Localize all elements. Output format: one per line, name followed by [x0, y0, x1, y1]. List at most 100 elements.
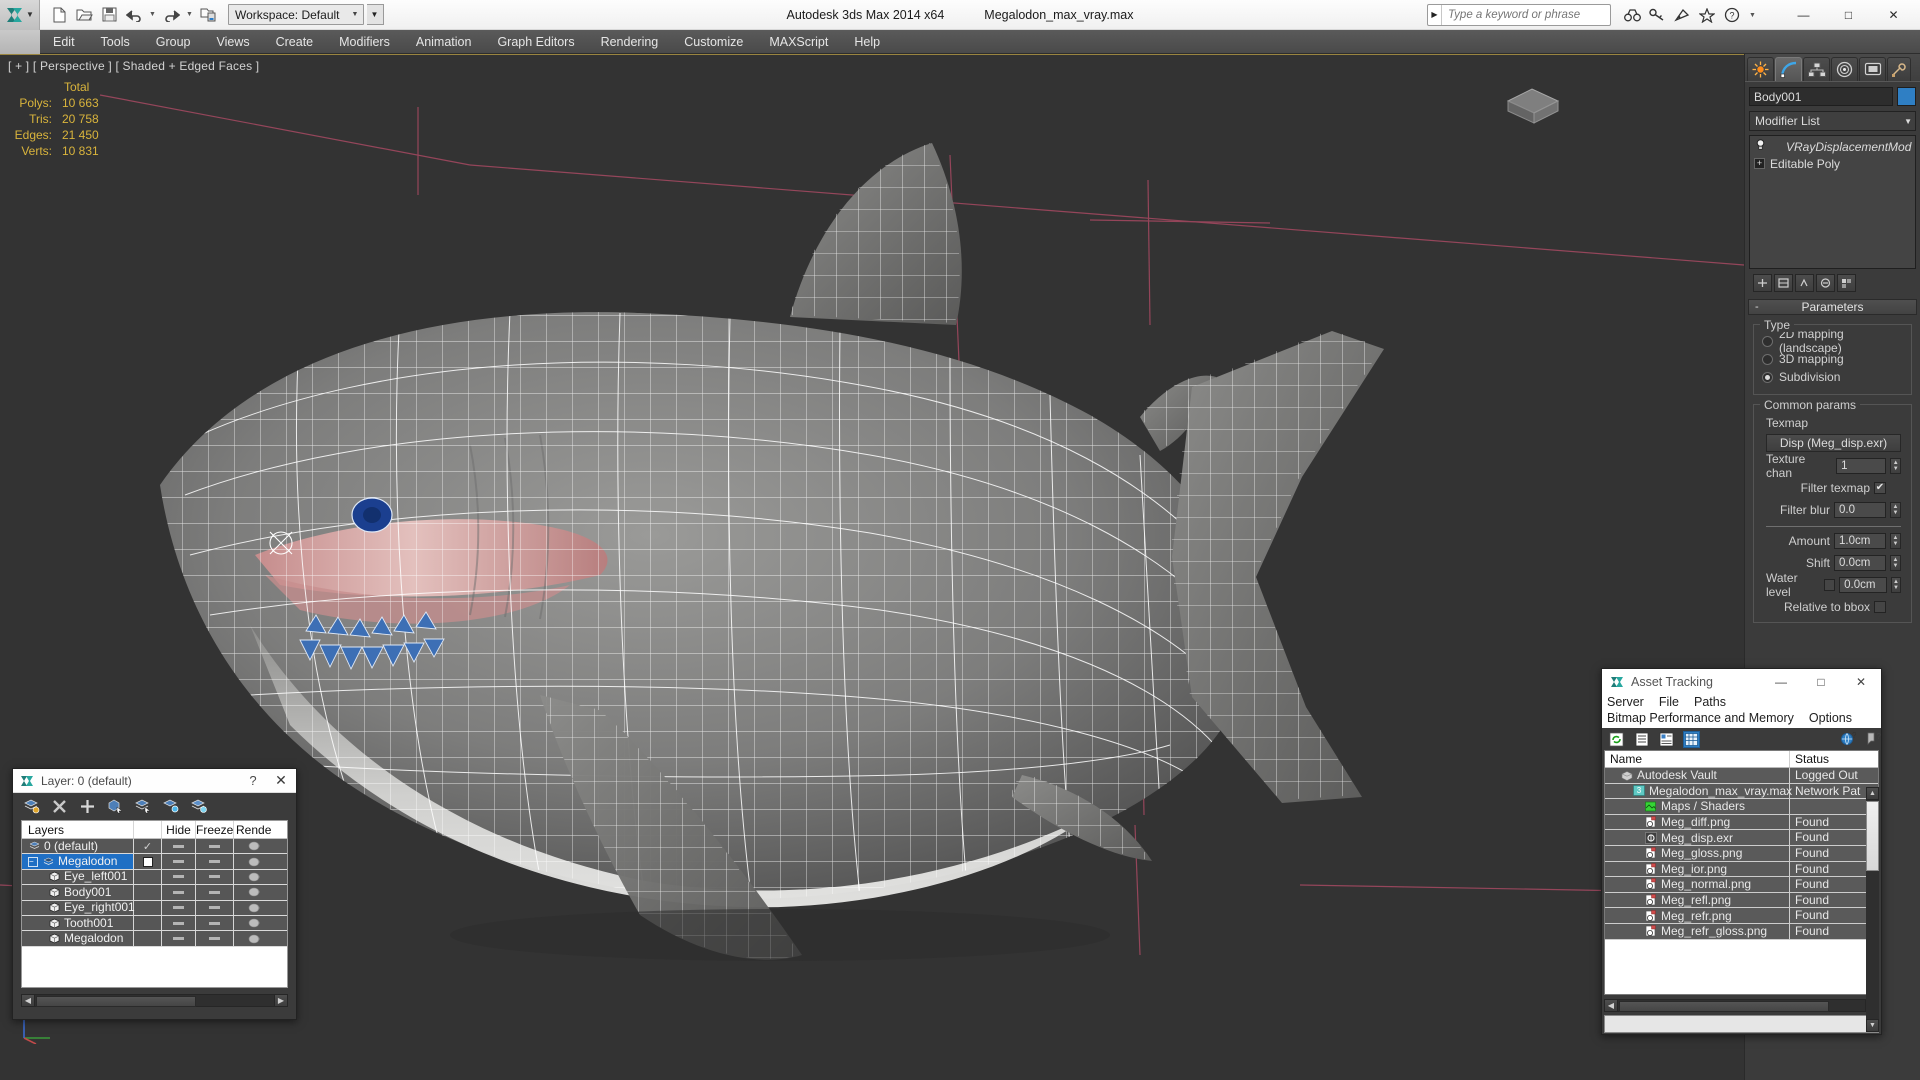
filter-blur-spinner[interactable]: ▲ ▼: [1890, 501, 1901, 518]
workspace-dropdown-button[interactable]: ▼: [366, 4, 384, 25]
hierarchy-tab[interactable]: [1803, 57, 1830, 81]
table-row[interactable]: Meg_normal.png Found: [1605, 877, 1878, 893]
menu-server[interactable]: Server: [1607, 695, 1653, 709]
menu-maxscript[interactable]: MAXScript: [756, 30, 841, 54]
layer-dialog-help-button[interactable]: ?: [240, 773, 266, 788]
table-row[interactable]: Maps / Shaders: [1605, 799, 1878, 815]
highlight-selected-objects-icon[interactable]: [163, 798, 180, 815]
lightbulb-icon[interactable]: [1754, 139, 1767, 154]
create-new-layer-icon[interactable]: [23, 798, 40, 815]
menu-rendering[interactable]: Rendering: [588, 30, 672, 54]
display-tab[interactable]: [1859, 57, 1886, 81]
texture-chan-spinner[interactable]: ▲ ▼: [1890, 457, 1901, 474]
table-row[interactable]: 3 Megalodon_max_vray.max Network Pat: [1605, 783, 1878, 800]
undo-icon[interactable]: [123, 4, 145, 26]
modifier-stack[interactable]: VRayDisplacementMod + Editable Poly: [1749, 135, 1916, 269]
current-layer-check[interactable]: ✓: [134, 839, 162, 854]
menu-edit[interactable]: Edit: [40, 30, 88, 54]
hide-toggle[interactable]: [162, 900, 196, 915]
scroll-left-icon[interactable]: ◀: [1604, 998, 1618, 1012]
layer-properties-icon[interactable]: [191, 798, 208, 815]
water-level-spinner[interactable]: ▲ ▼: [1890, 576, 1901, 593]
render-toggle[interactable]: [234, 885, 272, 899]
freeze-toggle[interactable]: [196, 885, 234, 900]
save-file-icon[interactable]: [98, 4, 120, 26]
collapse-icon[interactable]: −: [28, 856, 38, 867]
table-row[interactable]: Meg_ior.png Found: [1605, 861, 1878, 878]
filter-texmap-checkbox[interactable]: ✔: [1874, 481, 1886, 494]
menu-paths[interactable]: Paths: [1694, 695, 1735, 709]
add-selection-to-layer-icon[interactable]: [79, 798, 96, 815]
hide-toggle[interactable]: [162, 839, 196, 854]
relative-to-bbox-checkbox[interactable]: ✔: [1874, 600, 1886, 613]
select-highlighted-objects-icon[interactable]: [135, 798, 152, 815]
search-input[interactable]: [1442, 5, 1610, 25]
delete-layer-icon[interactable]: [51, 798, 68, 815]
binoculars-icon[interactable]: [1623, 6, 1641, 24]
freeze-toggle[interactable]: [196, 931, 234, 946]
info-center-search[interactable]: ▶: [1427, 4, 1611, 26]
modify-tab[interactable]: [1775, 57, 1802, 81]
table-row[interactable]: Megalodon: [22, 931, 287, 947]
table-row[interactable]: 0 (default) ✓: [22, 839, 287, 855]
table-row[interactable]: Meg_refr.png Found: [1605, 908, 1878, 924]
menu-file[interactable]: File: [1659, 695, 1688, 709]
render-toggle[interactable]: [234, 916, 272, 930]
create-tab[interactable]: [1747, 57, 1774, 81]
hide-toggle[interactable]: [162, 854, 196, 869]
utilities-tab[interactable]: [1887, 57, 1911, 81]
scrollbar-thumb[interactable]: [1866, 801, 1879, 871]
menu-customize[interactable]: Customize: [671, 30, 756, 54]
water-level-input[interactable]: 0.0cm: [1839, 576, 1887, 593]
hide-toggle[interactable]: [162, 885, 196, 900]
detail-view-icon[interactable]: [1658, 731, 1675, 748]
table-row[interactable]: Meg_gloss.png Found: [1605, 845, 1878, 862]
modifier-stack-item-editable-poly[interactable]: + Editable Poly: [1750, 155, 1915, 172]
object-name-field[interactable]: Body001: [1749, 87, 1893, 106]
redo-icon[interactable]: [160, 4, 182, 26]
modifier-stack-item-vraydisplacementmod[interactable]: VRayDisplacementMod: [1750, 138, 1915, 155]
context-help-icon[interactable]: ?: [1864, 731, 1881, 748]
viewport-label[interactable]: [ + ] [ Perspective ] [ Shaded + Edged F…: [8, 59, 259, 73]
table-row[interactable]: Eye_right001: [22, 900, 287, 916]
scrollbar-track[interactable]: [35, 993, 274, 1007]
menu-options[interactable]: Options: [1809, 711, 1861, 725]
table-row[interactable]: Meg_refr_gloss.png Found: [1605, 923, 1878, 940]
freeze-toggle[interactable]: [196, 854, 234, 869]
current-layer-check[interactable]: [134, 854, 162, 869]
help-dropdown-icon[interactable]: ▼: [1748, 12, 1757, 19]
scrollbar-thumb[interactable]: [36, 995, 196, 1007]
pin-stack-icon[interactable]: [1753, 274, 1772, 292]
freeze-toggle[interactable]: [196, 900, 234, 915]
star-icon[interactable]: [1698, 6, 1716, 24]
table-row[interactable]: Meg_refl.png Found: [1605, 892, 1878, 909]
shift-input[interactable]: 0.0cm: [1834, 554, 1886, 571]
scrollbar-track[interactable]: [1618, 998, 1865, 1012]
workspace-chevron-down-icon[interactable]: ▼: [348, 11, 363, 18]
globe-help-icon[interactable]: ?: [1839, 731, 1856, 748]
render-toggle[interactable]: [234, 901, 272, 915]
table-row[interactable]: Autodesk Vault Logged Out: [1605, 768, 1878, 784]
table-row[interactable]: Tooth001: [22, 915, 287, 932]
make-unique-icon[interactable]: [1795, 274, 1814, 292]
scroll-up-icon[interactable]: ▲: [1866, 787, 1879, 800]
freeze-toggle[interactable]: [196, 839, 234, 854]
table-row[interactable]: Eye_left001: [22, 869, 287, 886]
hide-toggle[interactable]: [162, 931, 196, 946]
water-level-checkbox[interactable]: ✔: [1824, 578, 1836, 591]
scroll-down-icon[interactable]: ▼: [1866, 1019, 1879, 1032]
close-button[interactable]: ✕: [1841, 669, 1881, 694]
set-project-folder-icon[interactable]: [197, 4, 219, 26]
remove-modifier-icon[interactable]: [1816, 274, 1835, 292]
asset-list[interactable]: Name Status Autodesk Vault Logged Out 3: [1604, 750, 1879, 995]
table-row[interactable]: Body001: [22, 885, 287, 901]
modifier-list-dropdown[interactable]: Modifier List ▼: [1749, 111, 1916, 131]
radio-subdivision[interactable]: Subdivision: [1762, 369, 1905, 385]
grid-view-icon[interactable]: [1683, 730, 1700, 748]
scroll-left-icon[interactable]: ◀: [21, 993, 35, 1007]
undo-dropdown-icon[interactable]: ▼: [148, 11, 157, 18]
asset-tracking-dialog[interactable]: Asset Tracking — □ ✕ Server File Paths B…: [1601, 668, 1882, 1035]
select-objects-in-layer-icon[interactable]: [107, 798, 124, 815]
search-expand-icon[interactable]: ▶: [1428, 5, 1442, 25]
freeze-toggle[interactable]: [196, 915, 234, 931]
